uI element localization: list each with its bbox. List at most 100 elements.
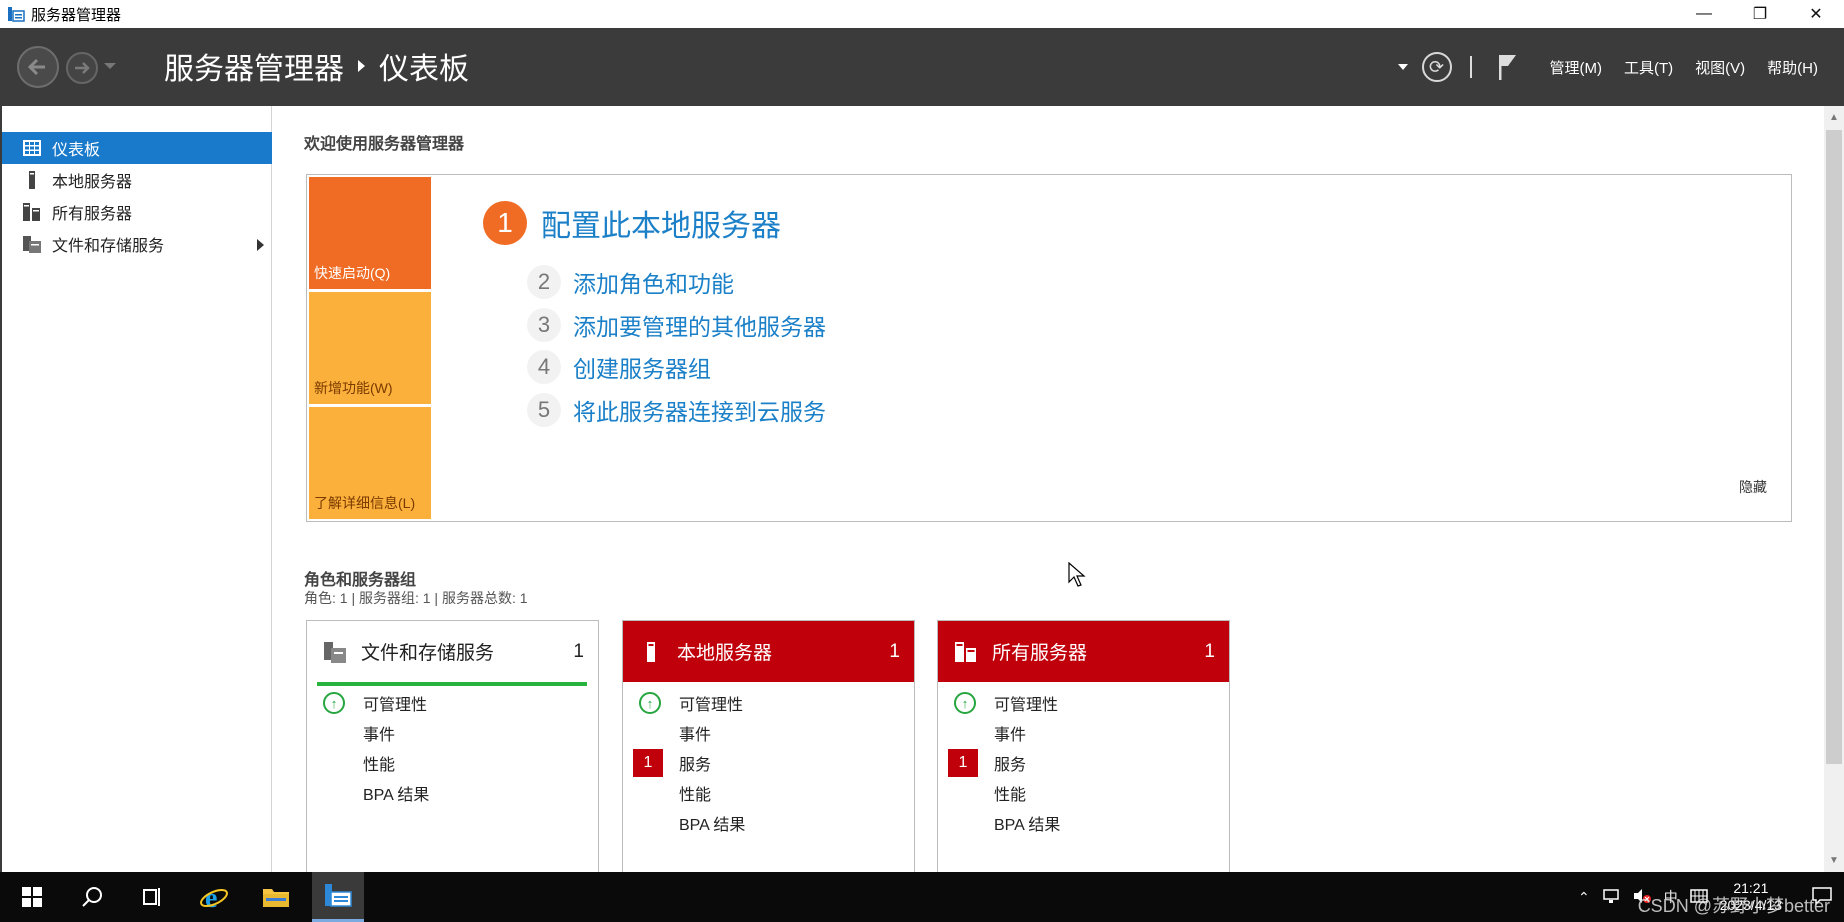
role-card-file-storage[interactable]: 文件和存储服务 1 ↑ 可管理性 事件 性能 BPA 结果 xyxy=(306,620,599,880)
search-icon xyxy=(82,887,102,907)
menu-manage[interactable]: 管理(M) xyxy=(1550,57,1603,78)
roles-summary: 角色: 1 | 服务器组: 1 | 服务器总数: 1 xyxy=(304,590,528,606)
tile-label: 了解详细信息(L) xyxy=(314,495,416,511)
header-dropdown-icon[interactable] xyxy=(1397,64,1408,70)
card-count: 1 xyxy=(573,640,584,662)
welcome-title: 欢迎使用服务器管理器 xyxy=(304,136,465,153)
card-row-events[interactable]: 事件 xyxy=(938,718,1229,748)
menu-view[interactable]: 视图(V) xyxy=(1695,57,1745,78)
step-configure-local-server[interactable]: 1 配置此本地服务器 xyxy=(483,201,781,245)
tile-quick-start[interactable]: 快速启动(Q) xyxy=(309,177,431,289)
step-connect-cloud[interactable]: 5 将此服务器连接到云服务 xyxy=(527,393,826,427)
step-add-servers[interactable]: 3 添加要管理的其他服务器 xyxy=(527,308,826,342)
card-row-services[interactable]: 1 服务 xyxy=(623,748,914,778)
role-card-local-server[interactable]: 本地服务器 1 ↑ 可管理性 事件 1 服务 性能 BPA 结果 xyxy=(622,620,915,880)
refresh-icon: ⟳ xyxy=(1428,56,1445,77)
history-dropdown[interactable] xyxy=(104,63,116,69)
refresh-button[interactable]: ⟳ xyxy=(1421,52,1452,82)
back-button[interactable] xyxy=(17,46,59,88)
card-row-manageability[interactable]: ↑ 可管理性 xyxy=(938,688,1229,718)
card-row-services[interactable]: 1 服务 xyxy=(938,748,1229,778)
card-row-bpa[interactable]: BPA 结果 xyxy=(938,808,1229,838)
card-row-manageability[interactable]: ↑ 可管理性 xyxy=(307,688,598,718)
row-label: 事件 xyxy=(679,727,712,744)
sidebar-item-dashboard[interactable]: 仪表板 xyxy=(2,132,272,164)
scroll-up-icon[interactable]: ▲ xyxy=(1829,112,1839,123)
scroll-down-icon[interactable]: ▼ xyxy=(1829,855,1839,866)
row-label: 事件 xyxy=(994,727,1027,744)
tile-label: 快速启动(Q) xyxy=(314,265,391,281)
step-link[interactable]: 创建服务器组 xyxy=(573,350,711,384)
up-arrow-ok-icon: ↑ xyxy=(639,692,661,714)
server-manager-taskbar-button[interactable] xyxy=(312,872,364,922)
step-number: 3 xyxy=(527,308,561,342)
sidebar-item-all-servers[interactable]: 所有服务器 xyxy=(2,196,272,228)
close-button[interactable]: ✕ xyxy=(1788,0,1844,28)
breadcrumb-root[interactable]: 服务器管理器 xyxy=(164,44,344,88)
breadcrumb: 服务器管理器 仪表板 xyxy=(164,46,469,86)
card-row-performance[interactable]: 性能 xyxy=(938,778,1229,808)
dashboard-content: 欢迎使用服务器管理器 快速启动(Q) 新增功能(W) 了解详细信息(L) 1 配… xyxy=(272,106,1824,880)
start-button[interactable] xyxy=(6,872,58,922)
file-explorer-button[interactable] xyxy=(250,872,302,922)
server-icon xyxy=(22,170,42,190)
tile-learn-more[interactable]: 了解详细信息(L) xyxy=(309,407,431,519)
step-create-group[interactable]: 4 创建服务器组 xyxy=(527,350,711,384)
breadcrumb-current: 仪表板 xyxy=(379,53,469,86)
task-view-icon xyxy=(143,888,160,906)
roles-title: 角色和服务器组 xyxy=(304,572,417,589)
card-row-events[interactable]: 事件 xyxy=(623,718,914,748)
servers-icon xyxy=(954,640,978,664)
header-divider xyxy=(1469,56,1472,78)
scroll-thumb[interactable] xyxy=(1826,130,1842,764)
breadcrumb-separator-icon xyxy=(358,60,365,72)
row-label: 性能 xyxy=(363,757,396,774)
tile-label: 新增功能(W) xyxy=(314,380,393,396)
vertical-scrollbar[interactable]: ▲ ▼ xyxy=(1824,106,1844,872)
notifications-flag-icon[interactable] xyxy=(1496,52,1520,82)
network-icon[interactable] xyxy=(1602,888,1620,907)
taskbar: e ⌃ 中 21:21 2023/4/13 CSDN @苏野小梦better xyxy=(0,872,1844,922)
step-link[interactable]: 添加角色和功能 xyxy=(573,265,734,299)
row-label: 可管理性 xyxy=(363,697,428,714)
minimize-button[interactable]: — xyxy=(1676,0,1732,28)
sidebar-item-file-storage[interactable]: 文件和存储服务 xyxy=(2,228,272,260)
forward-button[interactable] xyxy=(66,52,98,84)
file-explorer-icon xyxy=(263,889,289,907)
card-header[interactable]: 所有服务器 1 xyxy=(938,621,1229,682)
card-header[interactable]: 本地服务器 1 xyxy=(623,621,914,682)
hide-link[interactable]: 隐藏 xyxy=(1739,477,1767,497)
menu-tools[interactable]: 工具(T) xyxy=(1624,57,1673,78)
task-view-button[interactable] xyxy=(126,872,178,922)
chevron-up-icon[interactable]: ⌃ xyxy=(1578,889,1590,906)
step-number: 5 xyxy=(527,393,561,427)
ie-button[interactable]: e xyxy=(188,872,240,922)
row-label: 服务 xyxy=(679,757,712,774)
alert-count-badge: 1 xyxy=(633,749,663,777)
step-link[interactable]: 添加要管理的其他服务器 xyxy=(573,308,826,342)
file-storage-icon xyxy=(323,640,347,664)
card-row-performance[interactable]: 性能 xyxy=(623,778,914,808)
menu-help[interactable]: 帮助(H) xyxy=(1767,57,1818,78)
tile-whats-new[interactable]: 新增功能(W) xyxy=(309,292,431,404)
card-row-bpa[interactable]: BPA 结果 xyxy=(307,778,598,808)
card-row-performance[interactable]: 性能 xyxy=(307,748,598,778)
card-row-events[interactable]: 事件 xyxy=(307,718,598,748)
card-row-manageability[interactable]: ↑ 可管理性 xyxy=(623,688,914,718)
step-link[interactable]: 配置此本地服务器 xyxy=(541,201,781,245)
step-link[interactable]: 将此服务器连接到云服务 xyxy=(573,393,826,427)
arrow-left-icon xyxy=(27,58,45,76)
step-add-roles[interactable]: 2 添加角色和功能 xyxy=(527,265,734,299)
restore-button[interactable]: ❐ xyxy=(1732,0,1788,28)
sidebar-item-local-server[interactable]: 本地服务器 xyxy=(2,164,272,196)
svg-text:e: e xyxy=(205,883,217,912)
sidebar-item-label: 所有服务器 xyxy=(52,206,133,223)
card-header[interactable]: 文件和存储服务 1 xyxy=(307,621,598,682)
sidebar-item-label: 文件和存储服务 xyxy=(52,238,165,255)
search-button[interactable] xyxy=(66,872,118,922)
card-row-bpa[interactable]: BPA 结果 xyxy=(623,808,914,838)
row-label: BPA 结果 xyxy=(363,787,430,804)
expand-arrow-icon[interactable] xyxy=(257,239,264,251)
mouse-cursor-icon xyxy=(1068,562,1086,587)
role-card-all-servers[interactable]: 所有服务器 1 ↑ 可管理性 事件 1 服务 性能 BPA 结果 xyxy=(937,620,1230,880)
